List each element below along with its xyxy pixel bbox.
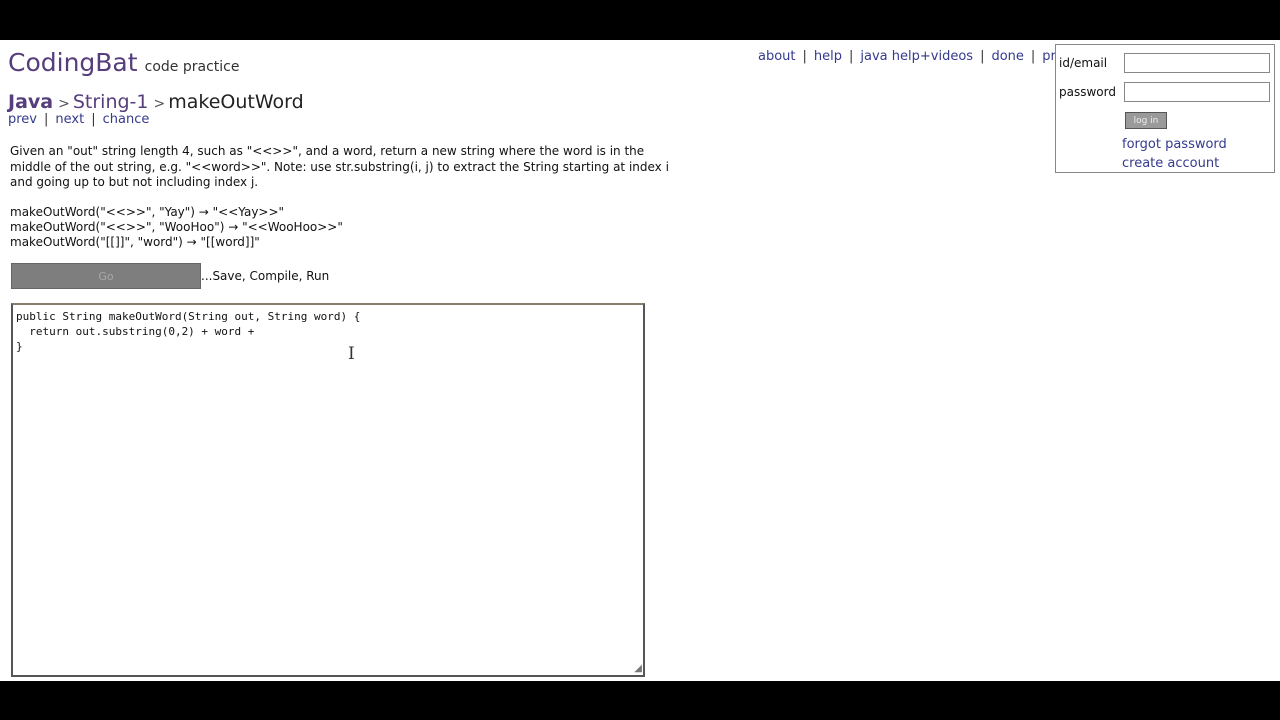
breadcrumb: Java > String-1 > makeOutWord <box>8 91 304 113</box>
breadcrumb-language[interactable]: Java <box>8 91 53 113</box>
nav-divider: | <box>802 49 807 64</box>
java-help-videos-link[interactable]: java help+videos <box>860 49 973 64</box>
nav-divider: | <box>91 112 96 127</box>
resize-grip-icon[interactable]: ◢ <box>634 664 642 674</box>
forgot-password-link[interactable]: forgot password <box>1122 137 1227 152</box>
nav-divider: | <box>1030 49 1036 64</box>
brand-tagline: code practice <box>144 59 240 75</box>
brand-logo-text[interactable]: CodingBat <box>8 48 138 77</box>
go-button[interactable]: Go <box>11 263 201 289</box>
nav-divider: | <box>849 49 854 64</box>
create-account-link[interactable]: create account <box>1122 156 1219 171</box>
help-link[interactable]: help <box>814 49 842 64</box>
password-label: password <box>1059 85 1116 99</box>
example-line: makeOutWord("<<>>", "WooHoo") → "<<WooHo… <box>10 220 343 234</box>
example-line: makeOutWord("[[]]", "word") → "[[word]]" <box>10 235 260 249</box>
nav-divider: | <box>980 49 985 64</box>
examples: makeOutWord("<<>>", "Yay") → "<<Yay>>" m… <box>10 205 343 250</box>
breadcrumb-section[interactable]: String-1 <box>73 91 149 113</box>
brand[interactable]: CodingBat code practice <box>8 48 239 77</box>
breadcrumb-separator: > <box>58 96 70 112</box>
done-link[interactable]: done <box>991 49 1023 64</box>
text-cursor-icon: I <box>348 344 355 364</box>
about-link[interactable]: about <box>758 49 796 64</box>
next-link[interactable]: next <box>55 112 84 127</box>
problem-nav: prev | next | chance <box>8 112 149 127</box>
breadcrumb-separator: > <box>153 96 166 112</box>
top-nav: about|help|java help+videos|done|prefs <box>758 49 1075 64</box>
prev-link[interactable]: prev <box>8 112 37 127</box>
chance-link[interactable]: chance <box>103 112 150 127</box>
nav-divider: | <box>44 112 49 127</box>
code-editor[interactable] <box>13 305 643 675</box>
code-editor-frame: ◢ <box>11 303 645 677</box>
id-email-label: id/email <box>1059 56 1108 70</box>
go-row: Go ...Save, Compile, Run <box>11 263 329 289</box>
example-line: makeOutWord("<<>>", "Yay") → "<<Yay>>" <box>10 205 285 219</box>
go-hint: ...Save, Compile, Run <box>201 269 330 283</box>
login-button[interactable]: log in <box>1125 112 1167 129</box>
password-input[interactable] <box>1124 82 1270 102</box>
id-email-input[interactable] <box>1124 53 1270 73</box>
login-panel: id/email password log in forgot password… <box>1055 44 1275 173</box>
problem-description: Given an "out" string length 4, such as … <box>10 144 669 189</box>
page: CodingBat code practice Java > String-1 > ma… <box>0 40 1280 681</box>
page-title: makeOutWord <box>168 91 304 113</box>
